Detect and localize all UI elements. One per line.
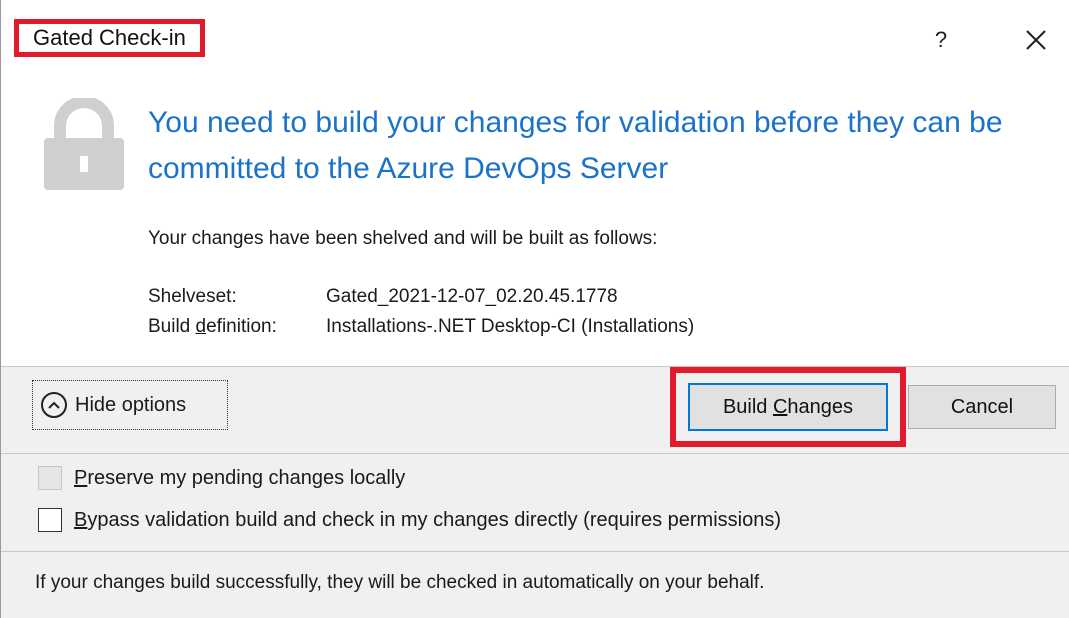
hide-options-label: Hide options [75, 393, 187, 416]
close-icon [1026, 30, 1046, 50]
divider [1, 366, 1069, 367]
build-definition-label: Build definition: [148, 316, 277, 337]
shelveset-row: Shelveset: Gated_2021-12-07_02.20.45.177… [148, 282, 694, 312]
preserve-changes-checkbox[interactable] [38, 466, 62, 490]
shelveset-label: Shelveset: [148, 286, 237, 307]
cancel-button[interactable]: Cancel [908, 385, 1056, 429]
shelveset-value: Gated_2021-12-07_02.20.45.1778 [326, 286, 618, 307]
lock-icon [44, 98, 124, 190]
hide-options-toggle[interactable]: Hide options [32, 380, 228, 430]
auto-checkin-info: If your changes build successfully, they… [35, 572, 765, 593]
build-definition-value: Installations-.NET Desktop-CI (Installat… [326, 316, 695, 337]
chevron-up-icon [41, 392, 67, 418]
close-button[interactable] [1018, 22, 1054, 58]
gated-checkin-dialog: Gated Check-in ? You need to build your … [0, 0, 1069, 618]
help-button[interactable]: ? [925, 24, 957, 56]
title-bar: Gated Check-in ? [0, 0, 1069, 76]
shelved-summary: Your changes have been shelved and will … [148, 228, 658, 249]
bypass-validation-label: Bypass validation build and check in my … [74, 508, 781, 531]
divider [1, 453, 1069, 454]
bypass-validation-checkbox[interactable] [38, 508, 62, 532]
build-definition-row: Build definition: Installations-.NET Des… [148, 312, 694, 342]
bypass-validation-option: Bypass validation build and check in my … [38, 508, 781, 532]
preserve-changes-label: Preserve my pending changes locally [74, 466, 406, 489]
build-details: Shelveset: Gated_2021-12-07_02.20.45.177… [148, 282, 694, 342]
headline-message: You need to build your changes for valid… [148, 106, 1003, 185]
preserve-changes-option: Preserve my pending changes locally [38, 466, 405, 490]
window-title: Gated Check-in [14, 19, 205, 57]
divider [1, 551, 1069, 552]
build-changes-button[interactable]: Build Changes [688, 383, 888, 431]
